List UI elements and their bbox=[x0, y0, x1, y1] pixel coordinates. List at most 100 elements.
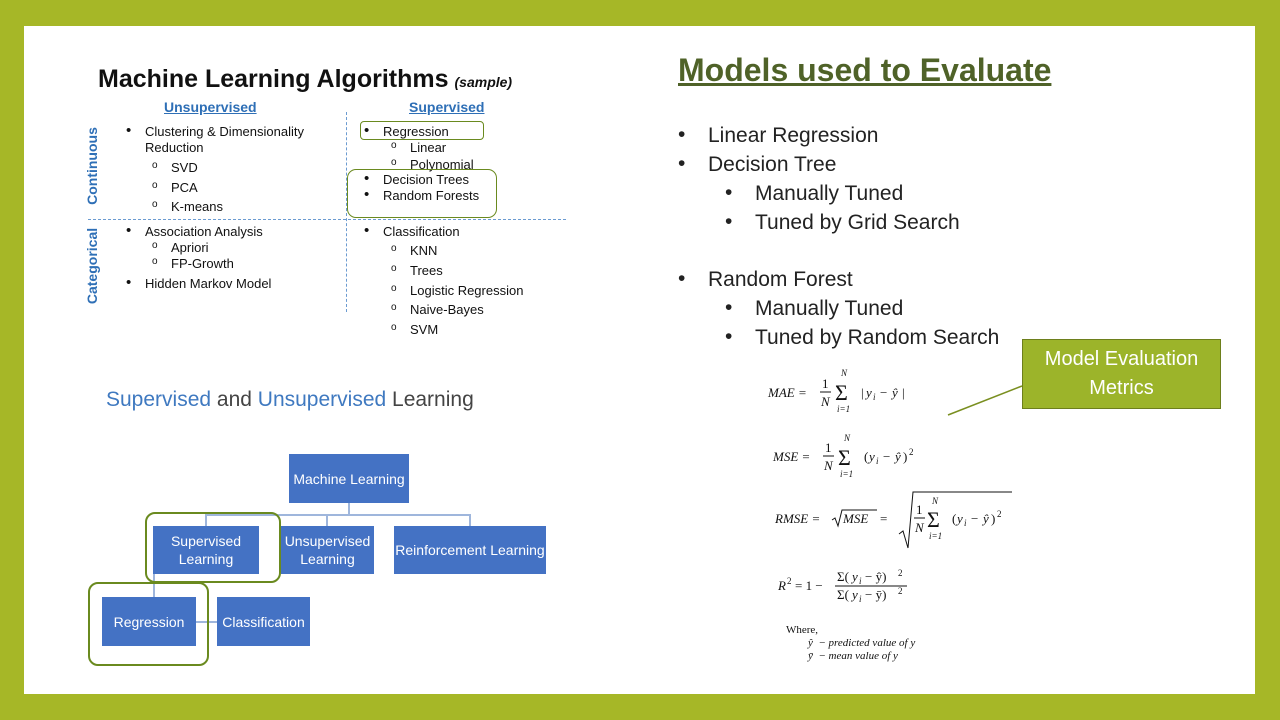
row-header-continuous: Continuous bbox=[84, 127, 100, 205]
svg-text:− ŷ): − ŷ) bbox=[865, 569, 886, 584]
model-subitem-manually-tuned: • Manually Tuned bbox=[725, 181, 904, 205]
svg-text:ŷ: ŷ bbox=[890, 385, 898, 400]
node-classification: Classification bbox=[217, 597, 310, 646]
svg-text:N: N bbox=[820, 394, 831, 409]
svg-text:Σ: Σ bbox=[835, 380, 848, 405]
su-diagram-title: Supervised and Unsupervised Learning bbox=[106, 388, 474, 412]
connector-line bbox=[469, 514, 471, 526]
svg-text:ŷ: ŷ bbox=[893, 449, 901, 464]
list-item-decision-trees: Decision Trees bbox=[364, 170, 469, 187]
svg-text:y: y bbox=[867, 449, 875, 464]
svg-text:=: = bbox=[880, 511, 887, 526]
list-item-clustering: Clustering & Dimensionality bbox=[126, 122, 304, 139]
formula-where-label: Where, bbox=[786, 624, 819, 636]
svg-text:= 1 −: = 1 − bbox=[795, 578, 823, 593]
svg-text:): ) bbox=[991, 511, 995, 526]
list-item-random-forests: Random Forests bbox=[364, 186, 479, 203]
svg-text:N: N bbox=[840, 368, 848, 378]
list-subitem: KNN bbox=[391, 243, 438, 258]
list-subitem: SVM bbox=[391, 322, 438, 337]
list-item-clustering-line2: Reduction bbox=[145, 140, 204, 155]
list-subitem: Logistic Regression bbox=[391, 283, 524, 298]
svg-text:(: ( bbox=[952, 511, 956, 526]
svg-text:2: 2 bbox=[997, 509, 1002, 519]
list-subitem: SVD bbox=[152, 160, 198, 175]
connector-line bbox=[326, 514, 328, 526]
svg-text:1: 1 bbox=[825, 440, 832, 455]
svg-text:N: N bbox=[914, 520, 925, 535]
svg-text:MSE: MSE bbox=[842, 511, 868, 526]
svg-text:ŷ: ŷ bbox=[981, 511, 989, 526]
col-header-supervised: Supervised bbox=[409, 99, 485, 115]
svg-text:− ȳ): − ȳ) bbox=[865, 587, 886, 602]
svg-text:): ) bbox=[903, 449, 907, 464]
svg-text:i: i bbox=[873, 392, 876, 402]
svg-text:i: i bbox=[876, 456, 879, 466]
svg-text:|: | bbox=[902, 385, 905, 400]
svg-text:2: 2 bbox=[898, 568, 903, 578]
model-item-label: Decision Tree bbox=[708, 153, 837, 176]
regression-highlight-ring bbox=[88, 582, 209, 666]
model-subitem-grid-search: • Tuned by Grid Search bbox=[725, 210, 960, 234]
quadrant-divider-horizontal bbox=[88, 219, 566, 220]
model-item-decision-tree: • Decision Tree bbox=[678, 152, 837, 176]
svg-text:−: − bbox=[880, 385, 887, 400]
svg-text:Σ: Σ bbox=[927, 507, 940, 532]
svg-text:R: R bbox=[777, 578, 786, 593]
list-item-regression: Regression bbox=[364, 122, 449, 139]
svg-text:2: 2 bbox=[787, 576, 792, 586]
mae-formula: MAE = 1 N N Σ i=1 | yi − ŷ | bbox=[767, 368, 905, 414]
model-item-label: Manually Tuned bbox=[755, 297, 904, 320]
ml-chart-title: Machine Learning Algorithms (sample) bbox=[98, 65, 512, 94]
models-title: Models used to Evaluate bbox=[678, 52, 1052, 88]
list-subitem: FP-Growth bbox=[152, 256, 234, 271]
list-subitem: Linear bbox=[391, 140, 446, 155]
svg-text:N: N bbox=[931, 496, 939, 506]
node-reinforcement-learning: Reinforcement Learning bbox=[394, 526, 546, 574]
model-item-linear-regression: • Linear Regression bbox=[678, 123, 879, 147]
model-item-label: Tuned by Grid Search bbox=[755, 211, 960, 234]
r-squared-formula: R2 = 1 − Σ(y i − ŷ) 2 Σ(y i − ȳ) 2 bbox=[777, 568, 907, 604]
svg-text:y: y bbox=[955, 511, 963, 526]
model-item-label: Tuned by Random Search bbox=[755, 326, 1000, 349]
svg-text:Σ(: Σ( bbox=[837, 587, 849, 602]
su-title-part: Supervised bbox=[106, 388, 212, 411]
svg-text:1: 1 bbox=[916, 502, 923, 517]
list-item-association: Association Analysis bbox=[126, 222, 263, 239]
svg-text:i=1: i=1 bbox=[840, 469, 853, 479]
svg-text:y: y bbox=[864, 385, 872, 400]
row-header-categorical: Categorical bbox=[84, 227, 100, 305]
svg-text:1: 1 bbox=[822, 376, 829, 391]
metrics-callout: Model Evaluation Metrics bbox=[1022, 339, 1221, 409]
svg-text:i: i bbox=[964, 518, 967, 528]
list-subitem: K-means bbox=[152, 199, 223, 214]
svg-text:y: y bbox=[850, 587, 858, 602]
svg-text:y: y bbox=[850, 569, 858, 584]
svg-text:i=1: i=1 bbox=[929, 531, 942, 541]
svg-text:2: 2 bbox=[898, 586, 903, 596]
svg-text:(: ( bbox=[864, 449, 868, 464]
list-item-hmm: Hidden Markov Model bbox=[126, 274, 272, 291]
list-subitem: PCA bbox=[152, 180, 198, 195]
svg-text:Σ: Σ bbox=[838, 445, 851, 470]
list-item-classification: Classification bbox=[364, 222, 459, 239]
supervised-highlight-ring bbox=[145, 512, 281, 583]
node-machine-learning: Machine Learning bbox=[289, 454, 409, 503]
su-title-part: and bbox=[211, 388, 258, 411]
svg-text:−: − bbox=[883, 449, 890, 464]
ml-chart-title-note: (sample) bbox=[454, 74, 513, 90]
model-subitem-random-search: • Tuned by Random Search bbox=[725, 325, 1000, 349]
list-subitem: Apriori bbox=[152, 240, 208, 255]
model-item-label: Random Forest bbox=[708, 268, 853, 291]
svg-text:|: | bbox=[861, 385, 864, 400]
rmse-formula: RMSE = MSE = 1 N N Σ i=1 ( yi − ŷ ) 2 bbox=[774, 491, 1012, 549]
svg-text:i: i bbox=[859, 594, 862, 604]
svg-text:−: − bbox=[971, 511, 978, 526]
svg-text:i: i bbox=[859, 576, 862, 586]
list-subitem: Naive-Bayes bbox=[391, 302, 484, 317]
model-subitem-manually-tuned: • Manually Tuned bbox=[725, 296, 904, 320]
formula-yhat-definition: ŷ − predicted value of y bbox=[808, 637, 916, 649]
model-item-label: Manually Tuned bbox=[755, 182, 904, 205]
svg-text:MSE =: MSE = bbox=[772, 449, 810, 464]
svg-text:N: N bbox=[843, 433, 851, 443]
